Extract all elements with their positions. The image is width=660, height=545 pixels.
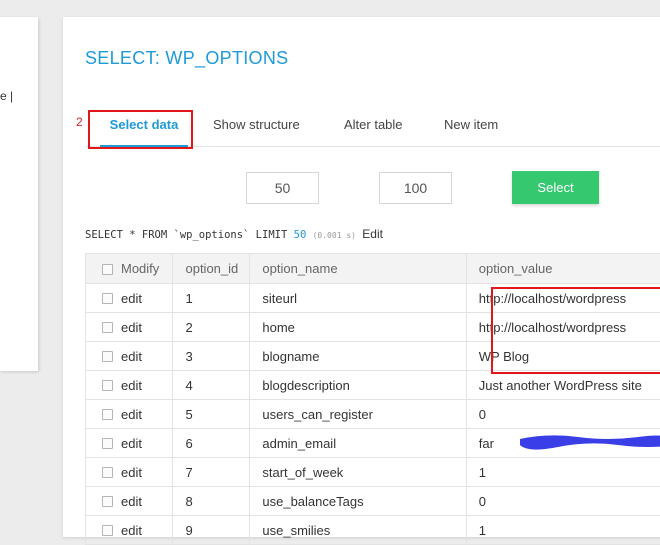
row-checkbox[interactable] bbox=[102, 380, 113, 391]
row-checkbox[interactable] bbox=[102, 351, 113, 362]
option-value-cell: http://localhost/wordpress bbox=[466, 284, 660, 313]
option-id-cell: 3 bbox=[173, 342, 250, 371]
option-name-cell: users_can_register bbox=[250, 400, 466, 429]
option-id-cell: 9 bbox=[173, 516, 250, 545]
option-value-cell: 1 bbox=[466, 516, 660, 545]
table-row: edit 7 start_of_week 1 bbox=[86, 458, 660, 487]
table-header-row: Modify option_id option_name option_valu… bbox=[86, 254, 660, 284]
option-name-header[interactable]: option_name bbox=[250, 254, 466, 284]
row-edit-link[interactable]: edit bbox=[121, 523, 142, 538]
option-id-cell: 5 bbox=[173, 400, 250, 429]
row-checkbox[interactable] bbox=[102, 322, 113, 333]
option-id-cell: 2 bbox=[173, 313, 250, 342]
option-id-cell: 1 bbox=[173, 284, 250, 313]
row-edit-link[interactable]: edit bbox=[121, 407, 142, 422]
row-checkbox[interactable] bbox=[102, 438, 113, 449]
table-row: edit 9 use_smilies 1 bbox=[86, 516, 660, 545]
modify-header-label: Modify bbox=[121, 261, 159, 276]
sql-limit-value: 50 bbox=[294, 229, 307, 241]
option-name-cell: blogname bbox=[250, 342, 466, 371]
text-length-input[interactable] bbox=[379, 172, 452, 204]
modify-cell: edit bbox=[86, 458, 173, 487]
tab-select-data[interactable]: Select data bbox=[100, 109, 188, 147]
table-row: edit 1 siteurl http://localhost/wordpres… bbox=[86, 284, 660, 313]
option-name-cell: start_of_week bbox=[250, 458, 466, 487]
data-table: Modify option_id option_name option_valu… bbox=[85, 253, 660, 545]
table-row: edit 5 users_can_register 0 bbox=[86, 400, 660, 429]
modify-cell: edit bbox=[86, 342, 173, 371]
table-row: edit 3 blogname WP Blog bbox=[86, 342, 660, 371]
row-edit-link[interactable]: edit bbox=[121, 436, 142, 451]
modify-header: Modify bbox=[86, 254, 173, 284]
option-value-cell: http://localhost/wordpress bbox=[466, 313, 660, 342]
row-edit-link[interactable]: edit bbox=[121, 291, 142, 306]
row-checkbox[interactable] bbox=[102, 293, 113, 304]
row-checkbox[interactable] bbox=[102, 525, 113, 536]
tab-bar: Select data Show structure Alter table N… bbox=[85, 109, 660, 147]
row-checkbox[interactable] bbox=[102, 496, 113, 507]
option-name-cell: use_balanceTags bbox=[250, 487, 466, 516]
row-edit-link[interactable]: edit bbox=[121, 494, 142, 509]
modify-cell: edit bbox=[86, 487, 173, 516]
option-value-cell: WP Blog bbox=[466, 342, 660, 371]
limit-input[interactable] bbox=[246, 172, 319, 204]
sql-edit-link[interactable]: Edit bbox=[362, 227, 383, 241]
redaction-scribble bbox=[518, 431, 660, 451]
left-panel-fragment: e | bbox=[0, 89, 13, 103]
option-value-cell: 1 bbox=[466, 458, 660, 487]
sql-query-line: SELECT * FROM `wp_options` LIMIT 50 (0.0… bbox=[85, 227, 383, 241]
row-checkbox[interactable] bbox=[102, 467, 113, 478]
table-row: edit 8 use_balanceTags 0 bbox=[86, 487, 660, 516]
tab-alter-table[interactable]: Alter table bbox=[344, 109, 403, 145]
modify-cell: edit bbox=[86, 284, 173, 313]
row-edit-link[interactable]: edit bbox=[121, 349, 142, 364]
tab-new-item[interactable]: New item bbox=[444, 109, 498, 145]
option-name-cell: blogdescription bbox=[250, 371, 466, 400]
select-button[interactable]: Select bbox=[512, 171, 599, 204]
main-card: SELECT: WP_OPTIONS 2 Select data Show st… bbox=[63, 17, 660, 537]
option-name-cell: home bbox=[250, 313, 466, 342]
table-row: edit 2 home http://localhost/wordpress bbox=[86, 313, 660, 342]
option-name-cell: use_smilies bbox=[250, 516, 466, 545]
option-id-cell: 7 bbox=[173, 458, 250, 487]
row-edit-link[interactable]: edit bbox=[121, 378, 142, 393]
option-id-cell: 4 bbox=[173, 371, 250, 400]
option-value-cell: 0 bbox=[466, 487, 660, 516]
sql-query-text: SELECT * FROM `wp_options` LIMIT bbox=[85, 229, 287, 241]
option-value-cell: 0 bbox=[466, 400, 660, 429]
tab-show-structure[interactable]: Show structure bbox=[213, 109, 300, 145]
table-row: edit 4 blogdescription Just another Word… bbox=[86, 371, 660, 400]
row-edit-link[interactable]: edit bbox=[121, 465, 142, 480]
left-panel: e | bbox=[0, 17, 38, 371]
page-title: SELECT: WP_OPTIONS bbox=[85, 48, 288, 69]
modify-cell: edit bbox=[86, 313, 173, 342]
row-edit-link[interactable]: edit bbox=[121, 320, 142, 335]
option-name-cell: admin_email bbox=[250, 429, 466, 458]
option-id-cell: 8 bbox=[173, 487, 250, 516]
sql-timing: (0.001 s) bbox=[313, 231, 356, 240]
modify-cell: edit bbox=[86, 516, 173, 545]
modify-cell: edit bbox=[86, 429, 173, 458]
option-value-cell: Just another WordPress site bbox=[466, 371, 660, 400]
row-checkbox[interactable] bbox=[102, 409, 113, 420]
option-id-cell: 6 bbox=[173, 429, 250, 458]
annotation-number: 2 bbox=[76, 115, 83, 129]
option-value-header[interactable]: option_value bbox=[466, 254, 660, 284]
select-all-checkbox[interactable] bbox=[102, 264, 113, 275]
option-id-header[interactable]: option_id bbox=[173, 254, 250, 284]
modify-cell: edit bbox=[86, 371, 173, 400]
modify-cell: edit bbox=[86, 400, 173, 429]
option-name-cell: siteurl bbox=[250, 284, 466, 313]
